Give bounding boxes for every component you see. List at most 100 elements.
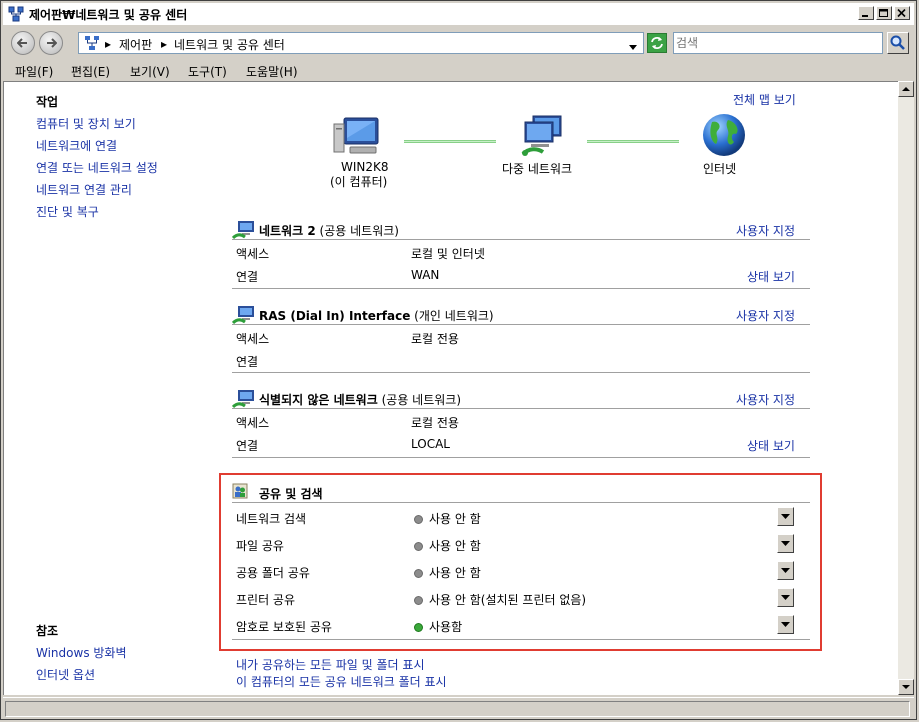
- status-off-icon: [414, 542, 423, 551]
- task-setup-connection[interactable]: 연결 또는 네트워크 설정: [36, 159, 158, 176]
- menu-edit[interactable]: 편집(E): [71, 63, 110, 80]
- computer-subtitle: (이 컴퓨터): [330, 175, 388, 189]
- refresh-button[interactable]: [647, 33, 667, 53]
- network-center-icon: [8, 6, 24, 22]
- network-1-view-status-link[interactable]: 상태 보기: [747, 268, 795, 285]
- network-2-access-label: 액세스: [236, 332, 270, 346]
- forward-button[interactable]: [39, 31, 63, 55]
- status-text: 사용 안 함: [429, 539, 481, 553]
- address-row: ▸ 제어판 ▸ 네트워크 및 공유 센터: [3, 27, 914, 59]
- status-off-icon: [414, 569, 423, 578]
- network-2-name: RAS (Dial In) Interface: [259, 309, 411, 323]
- computer-name: WIN2K8: [341, 160, 389, 174]
- chevron-down-icon: [781, 541, 790, 546]
- network-3-customize-link[interactable]: 사용자 지정: [736, 391, 795, 408]
- network-3-access-label: 액세스: [236, 416, 270, 430]
- task-manage-connections[interactable]: 네트워크 연결 관리: [36, 181, 132, 198]
- network-2-type: (개인 네트워크): [414, 309, 494, 323]
- map-link-line-left: [404, 140, 496, 143]
- refresh-icon: [651, 37, 663, 49]
- search-button[interactable]: [887, 32, 909, 54]
- search-input[interactable]: [676, 35, 876, 51]
- arrow-down-icon: [902, 685, 910, 689]
- tasks-heading: 작업: [36, 95, 59, 109]
- link-internet-options[interactable]: 인터넷 옵션: [36, 666, 95, 683]
- sharing-row-password-label: 암호로 보호된 공유: [236, 620, 332, 634]
- chevron-down-icon: [781, 595, 790, 600]
- show-shared-network-folders-link[interactable]: 이 컴퓨터의 모든 공유 네트워크 폴더 표시: [236, 673, 447, 690]
- menu-view[interactable]: 보기(V): [130, 63, 170, 80]
- network-2-access-value: 로컬 전용: [411, 332, 459, 346]
- sharing-row-public-folder-status: 사용 안 함: [414, 564, 481, 581]
- scroll-up-button[interactable]: [898, 81, 914, 97]
- multiple-networks-icon: [519, 114, 567, 161]
- scroll-down-button[interactable]: [898, 679, 914, 695]
- expand-public-folder-button[interactable]: [777, 561, 794, 580]
- window-title: 제어판₩네트워크 및 공유 센터: [29, 8, 188, 22]
- expand-network-discovery-button[interactable]: [777, 507, 794, 526]
- see-also-heading: 참조: [36, 624, 59, 638]
- back-arrow-icon: [17, 38, 27, 48]
- chevron-down-icon: [781, 568, 790, 573]
- map-link-line-right: [587, 140, 679, 143]
- link-windows-firewall[interactable]: Windows 방화벽: [36, 644, 127, 661]
- maximize-button[interactable]: [876, 6, 892, 20]
- task-connect-network[interactable]: 네트워크에 연결: [36, 137, 117, 154]
- sharing-row-public-folder-label: 공용 폴더 공유: [236, 566, 310, 580]
- close-button[interactable]: [894, 6, 910, 20]
- address-bar[interactable]: ▸ 제어판 ▸ 네트워크 및 공유 센터: [78, 32, 644, 54]
- network-2-customize-link[interactable]: 사용자 지정: [736, 307, 795, 324]
- network-1-access-value: 로컬 및 인터넷: [411, 247, 485, 261]
- network-1-type: (공용 네트워크): [319, 224, 399, 238]
- network-3-title: 식별되지 않은 네트워크 (공용 네트워크): [259, 391, 461, 408]
- menu-tools[interactable]: 도구(T): [188, 63, 227, 80]
- network-2-divider: [232, 324, 810, 325]
- menu-bar: 파일(F) 편집(E) 보기(V) 도구(T) 도움말(H): [3, 59, 914, 81]
- network-1-bottom-divider: [232, 288, 810, 289]
- title-bar: 제어판₩네트워크 및 공유 센터: [3, 3, 914, 25]
- network-1-customize-link[interactable]: 사용자 지정: [736, 222, 795, 239]
- network-3-view-status-link[interactable]: 상태 보기: [747, 437, 795, 454]
- breadcrumb-separator-icon: ▸: [161, 37, 168, 51]
- network-2-bottom-divider: [232, 372, 810, 373]
- network-3-divider: [232, 408, 810, 409]
- search-icon: [890, 35, 905, 50]
- sharing-row-file-sharing-status: 사용 안 함: [414, 537, 481, 554]
- window: 제어판₩네트워크 및 공유 센터 ▸ 제어판 ▸ 네트워크 및 공유 센터 검색…: [0, 0, 917, 720]
- breadcrumb-network-center[interactable]: 네트워크 및 공유 센터: [174, 36, 285, 53]
- search-box[interactable]: [673, 32, 883, 54]
- network-3-bottom-divider: [232, 457, 810, 458]
- network-3-connection-value: LOCAL: [411, 437, 450, 451]
- multiple-networks-label: 다중 네트워크: [502, 162, 573, 176]
- network-3-access-value: 로컬 전용: [411, 416, 459, 430]
- expand-file-sharing-button[interactable]: [777, 534, 794, 553]
- show-my-shared-files-link[interactable]: 내가 공유하는 모든 파일 및 폴더 표시: [236, 656, 425, 673]
- minimize-button[interactable]: [858, 6, 874, 20]
- task-diagnose-repair[interactable]: 진단 및 복구: [36, 203, 99, 220]
- back-button[interactable]: [11, 31, 35, 55]
- sharing-divider: [232, 502, 810, 503]
- content-pane: 작업 컴퓨터 및 장치 보기 네트워크에 연결 연결 또는 네트워크 설정 네트…: [3, 81, 898, 695]
- sharing-row-password-status: 사용함: [414, 618, 462, 635]
- network-2-title: RAS (Dial In) Interface (개인 네트워크): [259, 307, 494, 324]
- sharing-icon: [232, 483, 248, 502]
- expand-password-sharing-button[interactable]: [777, 615, 794, 634]
- network-3-connection-label: 연결: [236, 439, 259, 453]
- vertical-scrollbar[interactable]: [898, 81, 914, 695]
- expand-printer-sharing-button[interactable]: [777, 588, 794, 607]
- status-text: 사용함: [429, 620, 463, 634]
- address-dropdown-icon[interactable]: [629, 39, 637, 53]
- network-3-type: (공용 네트워크): [381, 393, 462, 407]
- status-on-icon: [414, 623, 423, 632]
- breadcrumb-control-panel[interactable]: 제어판: [119, 36, 152, 53]
- network-1-name: 네트워크 2: [259, 224, 316, 238]
- sharing-row-printer-label: 프린터 공유: [236, 593, 296, 607]
- network-2-connection-label: 연결: [236, 355, 259, 369]
- sharing-title: 공유 및 검색: [259, 487, 323, 501]
- computer-icon: [332, 116, 380, 161]
- menu-help[interactable]: 도움말(H): [246, 63, 298, 80]
- status-text: 사용 안 함: [429, 566, 481, 580]
- task-view-computers[interactable]: 컴퓨터 및 장치 보기: [36, 115, 136, 132]
- view-full-map-link[interactable]: 전체 맵 보기: [733, 91, 796, 108]
- menu-file[interactable]: 파일(F): [15, 63, 53, 80]
